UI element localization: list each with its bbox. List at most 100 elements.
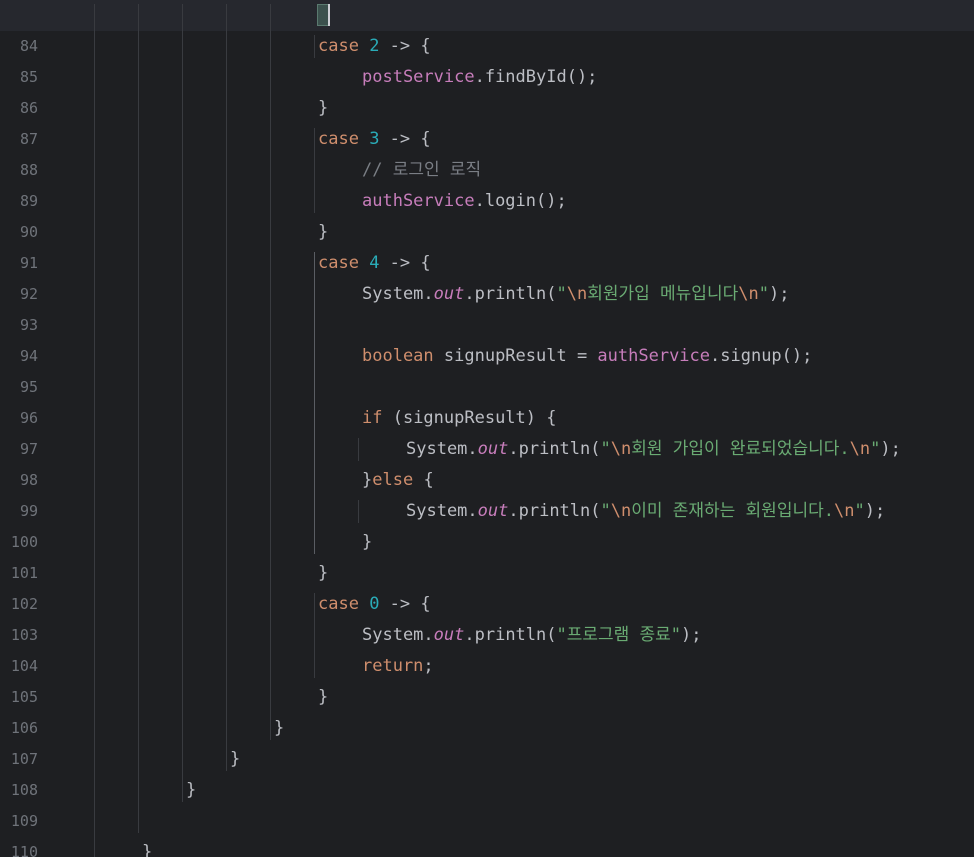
- code-token: -> {: [379, 129, 431, 149]
- line-number[interactable]: 92: [0, 279, 38, 310]
- code-line[interactable]: }: [186, 775, 196, 806]
- line-number[interactable]: 94: [0, 341, 38, 372]
- code-line[interactable]: }: [230, 744, 240, 775]
- line-number[interactable]: 103: [0, 620, 38, 651]
- code-token: "프로그램 종료": [556, 625, 682, 645]
- code-line[interactable]: return;: [362, 651, 434, 682]
- code-line[interactable]: case 4 -> {: [318, 248, 431, 279]
- code-token: authService: [597, 346, 711, 366]
- code-token: }: [318, 687, 329, 707]
- indent-guide: [358, 500, 359, 523]
- code-token: {: [423, 470, 434, 490]
- code-line[interactable]: boolean signupResult = authService.signu…: [362, 341, 812, 372]
- code-token: ": [854, 501, 865, 521]
- code-line[interactable]: System.out.println("\n회원 가입이 완료되었습니다.\n"…: [406, 434, 901, 465]
- code-token: authService: [362, 191, 475, 211]
- code-line[interactable]: // 로그인 로직: [362, 155, 481, 186]
- code-token: case: [318, 129, 370, 149]
- code-token: ": [870, 439, 881, 459]
- line-number[interactable]: 102: [0, 589, 38, 620]
- code-token: }: [230, 749, 241, 769]
- line-number[interactable]: 87: [0, 124, 38, 155]
- line-number[interactable]: 97: [0, 434, 38, 465]
- line-number[interactable]: 88: [0, 155, 38, 186]
- line-number[interactable]: 104: [0, 651, 38, 682]
- indent-guide: [138, 4, 139, 833]
- code-token: System.: [406, 501, 478, 521]
- code-line[interactable]: case 3 -> {: [318, 124, 431, 155]
- code-line[interactable]: case 0 -> {: [318, 589, 431, 620]
- line-number[interactable]: 107: [0, 744, 38, 775]
- code-token: case: [318, 36, 370, 56]
- code-token: \n: [833, 501, 855, 521]
- line-number-gutter[interactable]: 8384858687888990919293949596979899100101…: [0, 0, 50, 857]
- indent-guide: [314, 35, 315, 58]
- code-area[interactable]: }case 2 -> {postService.findById();}case…: [0, 0, 974, 857]
- code-line[interactable]: authService.login();: [362, 186, 567, 217]
- code-token: ": [556, 284, 567, 304]
- code-token: out: [477, 439, 509, 459]
- code-token: ": [600, 501, 611, 521]
- code-token: }: [186, 780, 197, 800]
- code-token: 4: [369, 253, 380, 273]
- line-number[interactable]: 86: [0, 93, 38, 124]
- code-line[interactable]: case 2 -> {: [318, 31, 431, 62]
- line-number[interactable]: 110: [0, 837, 38, 857]
- code-line[interactable]: }else {: [362, 465, 434, 496]
- code-token: out: [433, 284, 465, 304]
- line-number[interactable]: 105: [0, 682, 38, 713]
- code-line[interactable]: System.out.println("프로그램 종료");: [362, 620, 702, 651]
- code-line[interactable]: }: [318, 558, 328, 589]
- line-number[interactable]: 89: [0, 186, 38, 217]
- line-number[interactable]: 93: [0, 310, 38, 341]
- code-token: 회원가입 메뉴입니다: [587, 284, 739, 304]
- line-number[interactable]: 98: [0, 465, 38, 496]
- code-line[interactable]: if (signupResult) {: [362, 403, 556, 434]
- code-editor[interactable]: 8384858687888990919293949596979899100101…: [0, 0, 974, 857]
- code-token: ": [758, 284, 769, 304]
- code-token: return: [362, 656, 424, 676]
- line-number[interactable]: 85: [0, 62, 38, 93]
- line-number[interactable]: 91: [0, 248, 38, 279]
- code-token: 3: [369, 129, 380, 149]
- indent-guide: [314, 128, 315, 213]
- line-number[interactable]: 109: [0, 806, 38, 837]
- line-number[interactable]: 108: [0, 775, 38, 806]
- line-number[interactable]: 101: [0, 558, 38, 589]
- code-line[interactable]: postService.findById();: [362, 62, 597, 93]
- code-token: boolean: [362, 346, 444, 366]
- code-token: System.: [362, 284, 434, 304]
- line-number[interactable]: 106: [0, 713, 38, 744]
- code-line[interactable]: System.out.println("\n회원가입 메뉴입니다\n");: [362, 279, 789, 310]
- text-caret: [328, 4, 330, 26]
- code-token: .println(: [508, 439, 601, 459]
- code-line[interactable]: System.out.println("\n이미 존재하는 회원입니다.\n")…: [406, 496, 885, 527]
- code-line[interactable]: }: [318, 682, 328, 713]
- code-token: .println(: [464, 625, 557, 645]
- code-token: }: [362, 532, 373, 552]
- code-line[interactable]: }: [318, 217, 328, 248]
- code-line[interactable]: }: [362, 527, 372, 558]
- line-number[interactable]: 100: [0, 527, 38, 558]
- code-line[interactable]: }: [274, 713, 284, 744]
- line-number[interactable]: 95: [0, 372, 38, 403]
- code-token: }: [142, 842, 153, 857]
- code-token: -> {: [379, 36, 431, 56]
- code-token: -> {: [379, 594, 431, 614]
- code-token: postService: [362, 67, 475, 87]
- code-line[interactable]: }: [142, 837, 152, 857]
- code-token: \n: [738, 284, 759, 304]
- code-token: );: [864, 501, 886, 521]
- indent-guide: [226, 4, 227, 771]
- code-line[interactable]: }: [318, 93, 328, 124]
- line-number[interactable]: 84: [0, 31, 38, 62]
- code-token: if: [362, 408, 393, 428]
- code-token: }: [318, 98, 329, 118]
- code-token: }: [274, 718, 285, 738]
- code-token: signupResult =: [443, 346, 598, 366]
- code-token: out: [433, 625, 465, 645]
- line-number[interactable]: 96: [0, 403, 38, 434]
- line-number[interactable]: 99: [0, 496, 38, 527]
- line-number[interactable]: 90: [0, 217, 38, 248]
- code-token: System.: [406, 439, 478, 459]
